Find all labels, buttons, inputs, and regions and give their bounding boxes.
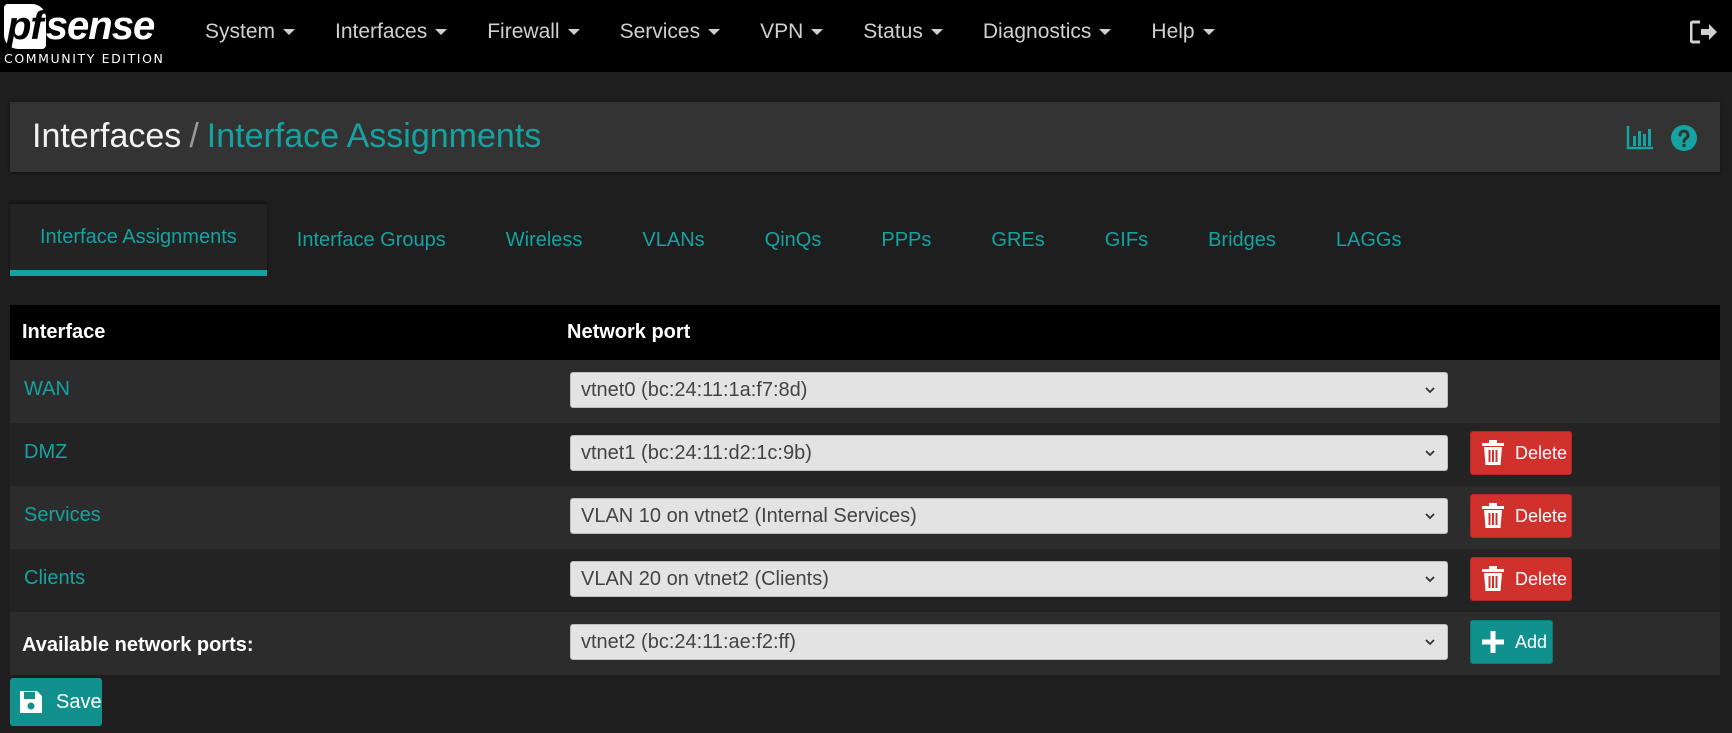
tab-interface-assignments[interactable]: Interface Assignments [10,204,267,276]
save-button[interactable]: Save [10,678,102,726]
help-icon[interactable] [1670,124,1698,152]
add-button[interactable]: Add [1470,620,1553,664]
tab-laggs[interactable]: LAGGs [1306,204,1432,276]
tab-gres[interactable]: GREs [961,204,1074,276]
tab-interface-groups[interactable]: Interface Groups [267,204,476,276]
breadcrumb-panel: Interfaces / Interface Assignments [10,102,1720,172]
caret-down-icon [708,29,721,35]
caret-down-icon [435,29,448,35]
nav-vpn[interactable]: VPN [760,20,824,44]
nav-firewall[interactable]: Firewall [487,20,580,44]
trash-icon [1482,566,1504,591]
delete-button[interactable]: Delete [1470,431,1572,475]
interface-assignments-table: Interface Network port WAN vtnet0 (bc:24… [10,305,1720,675]
interface-link-clients[interactable]: Clients [24,567,85,590]
tab-qinqs[interactable]: QinQs [735,204,852,276]
plus-icon [1482,631,1504,653]
interface-link-dmz[interactable]: DMZ [24,441,67,464]
caret-down-icon [930,29,943,35]
trash-icon [1482,440,1504,465]
network-port-select[interactable]: VLAN 20 on vtnet2 (Clients) [570,561,1448,597]
nav-interfaces[interactable]: Interfaces [335,20,448,44]
breadcrumb-separator: / [189,117,199,155]
chevron-down-icon [1425,576,1435,583]
chevron-down-icon [1425,639,1435,646]
tab-bridges[interactable]: Bridges [1178,204,1306,276]
delete-button[interactable]: Delete [1470,557,1572,601]
table-row: Clients VLAN 20 on vtnet2 (Clients) Dele… [10,549,1720,612]
breadcrumb-root[interactable]: Interfaces [32,117,181,155]
network-port-select[interactable]: VLAN 10 on vtnet2 (Internal Services) [570,498,1448,534]
table-row: DMZ vtnet1 (bc:24:11:d2:1c:9b) Delete [10,423,1720,486]
table-header: Interface Network port [10,305,1720,360]
available-port-select[interactable]: vtnet2 (bc:24:11:ae:f2:ff) [570,624,1448,660]
caret-down-icon [1202,29,1215,35]
nav-help[interactable]: Help [1151,20,1215,44]
interface-link-services[interactable]: Services [24,504,101,527]
column-header-interface: Interface [22,321,106,343]
breadcrumb-current[interactable]: Interface Assignments [207,117,542,155]
available-ports-label: Available network ports: [22,634,254,656]
nav-diagnostics[interactable]: Diagnostics [983,20,1112,44]
chevron-down-icon [1425,450,1435,457]
delete-button[interactable]: Delete [1470,494,1572,538]
breadcrumb: Interfaces / Interface Assignments [32,117,541,156]
logo-wordmark: pfsense [4,4,155,49]
column-header-network-port: Network port [567,321,691,343]
floppy-disk-icon [20,691,42,713]
tab-gifs[interactable]: GIFs [1075,204,1178,276]
tab-vlans[interactable]: VLANs [612,204,734,276]
caret-down-icon [811,29,824,35]
interface-link-wan[interactable]: WAN [24,378,70,401]
tab-ppps[interactable]: PPPs [851,204,961,276]
top-navbar: pfsense COMMUNITY EDITION System Interfa… [0,0,1732,72]
sign-out-icon[interactable] [1690,20,1718,44]
network-port-select[interactable]: vtnet0 (bc:24:11:1a:f7:8d) [570,372,1448,408]
network-port-select[interactable]: vtnet1 (bc:24:11:d2:1c:9b) [570,435,1448,471]
table-row: Services VLAN 10 on vtnet2 (Internal Ser… [10,486,1720,549]
chevron-down-icon [1425,513,1435,520]
trash-icon [1482,503,1504,528]
tab-wireless[interactable]: Wireless [476,204,613,276]
tab-bar: Interface Assignments Interface Groups W… [10,204,1431,276]
chevron-down-icon [1425,387,1435,394]
caret-down-icon [283,29,296,35]
pfsense-logo[interactable]: pfsense COMMUNITY EDITION [2,4,164,66]
nav-system[interactable]: System [205,20,296,44]
main-menu: System Interfaces Firewall Services VPN … [205,0,1255,64]
nav-status[interactable]: Status [863,20,943,44]
caret-down-icon [567,29,580,35]
caret-down-icon [1099,29,1112,35]
breadcrumb-actions [1626,124,1698,152]
table-row: WAN vtnet0 (bc:24:11:1a:f7:8d) [10,360,1720,423]
logo-subtitle: COMMUNITY EDITION [4,51,165,66]
chart-icon[interactable] [1626,124,1654,150]
available-ports-row: Available network ports: vtnet2 (bc:24:1… [10,612,1720,675]
nav-services[interactable]: Services [620,20,721,44]
